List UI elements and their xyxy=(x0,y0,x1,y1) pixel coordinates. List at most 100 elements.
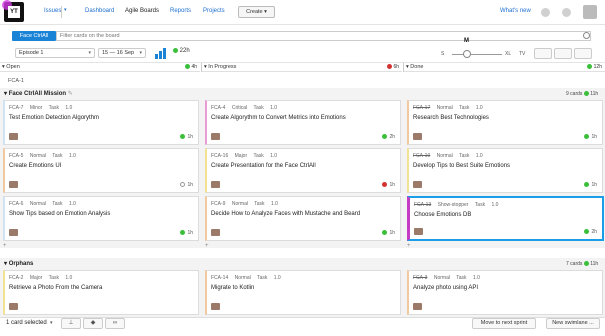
whats-new-link[interactable]: What's new xyxy=(500,8,531,14)
chevron-down-icon[interactable]: ▾ xyxy=(50,320,53,326)
swimlane-title[interactable]: ▾ Orphans xyxy=(4,260,33,267)
issue-id[interactable]: FCA-10 xyxy=(413,153,430,159)
issue-card[interactable]: FCA-10 Normal Task 1.0 Develop Tips to B… xyxy=(407,148,603,193)
swimlane-title[interactable]: ▾ Face CtrlAll Mission ✎ xyxy=(4,90,73,97)
issue-id[interactable]: FCA-5 xyxy=(9,153,23,159)
assignee-avatar[interactable] xyxy=(211,229,220,236)
issues-dropdown-icon[interactable]: ▾ xyxy=(64,7,67,13)
issue-card[interactable]: FCA-13 Show-stopper Task 1.0 Choose Emot… xyxy=(407,196,604,241)
issue-card[interactable]: FCA-17 Normal Task 1.0 Research Best Tec… xyxy=(407,100,603,145)
column-title: ▾ Done xyxy=(406,64,424,70)
issue-id[interactable]: FCA-3 xyxy=(413,275,427,281)
create-button[interactable]: Create ▾ xyxy=(238,6,275,18)
issue-card[interactable]: FCA-3 Normal Task 1.0 Analyze photo usin… xyxy=(407,270,603,315)
user-avatar[interactable] xyxy=(583,5,597,19)
issue-id[interactable]: FCA-9 xyxy=(211,201,225,207)
issue-summary: Show Tips based on Emotion Analysis xyxy=(9,211,111,217)
assignee-avatar[interactable] xyxy=(9,181,18,188)
assignee-avatar[interactable] xyxy=(211,181,220,188)
report-chart-button[interactable] xyxy=(554,48,572,59)
card-size-slider-handle[interactable] xyxy=(463,50,471,58)
size-label-s[interactable]: S xyxy=(441,51,444,57)
estimate: 1h xyxy=(180,230,193,236)
card-meta: FCA-4 Critical Task 1.0 xyxy=(211,105,282,111)
issue-version: 1.0 xyxy=(270,105,278,111)
card-size-slider[interactable] xyxy=(452,54,502,55)
issue-id[interactable]: FCA-6 xyxy=(9,201,23,207)
card-meta: FCA-6 Normal Task 1.0 xyxy=(9,201,81,207)
youtrack-logo[interactable]: YT xyxy=(2,0,24,22)
issue-priority: Normal xyxy=(29,153,46,159)
board-settings-gear-icon[interactable] xyxy=(574,48,592,59)
assignee-avatar[interactable] xyxy=(413,133,422,140)
add-card-button[interactable]: + xyxy=(3,243,7,249)
assignee-avatar[interactable] xyxy=(9,303,18,310)
issue-type: Task xyxy=(474,202,486,208)
size-label-tv[interactable]: TV xyxy=(519,51,525,57)
issue-id[interactable]: FCA-7 xyxy=(9,105,23,111)
edit-icon[interactable]: ✎ xyxy=(68,91,73,97)
add-card-button[interactable]: + xyxy=(407,243,411,249)
move-to-next-sprint-button[interactable]: Move to next sprint xyxy=(472,318,536,329)
nav-dashboard[interactable]: Dashboard xyxy=(85,8,114,14)
link-icon[interactable]: ∞ xyxy=(105,318,125,329)
issue-type: Task xyxy=(52,201,63,207)
issue-id[interactable]: FCA-4 xyxy=(211,105,225,111)
issue-version: 1.0 xyxy=(270,201,278,207)
sprint-select[interactable]: Episode 1 ▾ xyxy=(15,48,95,58)
column-header-open[interactable]: ▾ Open 4h xyxy=(0,63,200,72)
parent-issue-link[interactable]: FCA-1 xyxy=(8,78,24,84)
issue-card[interactable]: FCA-6 Normal Task 1.0 Show Tips based on… xyxy=(3,196,199,241)
issue-card[interactable]: FCA-4 Critical Task 1.0 Create Algorythm… xyxy=(205,100,401,145)
estimate: 1h xyxy=(584,182,597,188)
assignee-avatar[interactable] xyxy=(413,303,422,310)
help-icon[interactable] xyxy=(562,8,571,17)
issue-id[interactable]: FCA-2 xyxy=(9,275,23,281)
issue-card[interactable]: FCA-14 Normal Task 1.0 Migrate to Kotlin xyxy=(205,270,401,315)
issue-card[interactable]: FCA-7 Minor Task 1.0 Test Emotion Detect… xyxy=(3,100,199,145)
backlog-button[interactable] xyxy=(534,48,552,59)
assignee-avatar[interactable] xyxy=(9,133,18,140)
status-dot xyxy=(180,182,186,188)
issue-id[interactable]: FCA-16 xyxy=(211,153,228,159)
tag-icon[interactable]: ◆ xyxy=(83,318,103,329)
burndown-chart-icon[interactable] xyxy=(155,48,167,59)
assignee-avatar[interactable] xyxy=(414,228,423,235)
issue-id[interactable]: FCA-13 xyxy=(414,202,431,208)
total-hours-value: 22h xyxy=(179,48,190,55)
issue-card[interactable]: FCA-16 Major Task 1.0 Create Presentatio… xyxy=(205,148,401,193)
date-range-select[interactable]: 15 — 16 Sep ▾ xyxy=(98,48,146,58)
nav-projects[interactable]: Projects xyxy=(203,8,225,14)
assignee-avatar[interactable] xyxy=(211,303,220,310)
issue-priority: Normal xyxy=(436,105,453,111)
card-meta: FCA-7 Minor Task 1.0 xyxy=(9,105,77,111)
status-dot xyxy=(584,229,590,235)
new-swimlane-button[interactable]: New swimlane ... xyxy=(546,318,600,329)
card-meta: FCA-2 Major Task 1.0 xyxy=(9,275,77,281)
status-dot xyxy=(382,182,388,188)
date-range-value: 15 — 16 Sep xyxy=(102,50,135,56)
assignee-avatar[interactable] xyxy=(211,133,220,140)
column-header-in-progress[interactable]: ▾ In Progress 6h xyxy=(202,63,402,72)
settings-icon[interactable] xyxy=(541,8,550,17)
column-title: ▾ In Progress xyxy=(204,64,237,70)
search-icon[interactable] xyxy=(583,32,590,39)
nav-issues[interactable]: Issues xyxy=(44,8,61,14)
assignee-avatar[interactable] xyxy=(413,181,422,188)
issue-card[interactable]: FCA-9 Normal Task 1.0 Decide How to Anal… xyxy=(205,196,401,241)
size-label-xl[interactable]: XL xyxy=(505,51,511,57)
nav-agile-boards[interactable]: Agile Boards xyxy=(125,8,159,14)
issue-card[interactable]: FCA-5 Normal Task 1.0 Create Emotions UI… xyxy=(3,148,199,193)
assignee-icon[interactable]: ⊥ xyxy=(61,318,81,329)
selected-cards-count[interactable]: 1 card selected xyxy=(6,320,47,326)
assignee-avatar[interactable] xyxy=(9,229,18,236)
column-header-done[interactable]: ▾ Done 12h xyxy=(404,63,605,72)
add-card-button[interactable]: + xyxy=(205,243,209,249)
nav-reports[interactable]: Reports xyxy=(170,8,191,14)
issue-card[interactable]: FCA-2 Major Task 1.0 Retrieve a Photo Fr… xyxy=(3,270,199,315)
issue-summary: Research Best Technologies xyxy=(413,115,489,121)
issue-id[interactable]: FCA-14 xyxy=(211,275,228,281)
board-selector-button[interactable]: Face CtrlAll xyxy=(12,31,56,41)
search-input[interactable] xyxy=(56,31,591,41)
issue-id[interactable]: FCA-17 xyxy=(413,105,430,111)
